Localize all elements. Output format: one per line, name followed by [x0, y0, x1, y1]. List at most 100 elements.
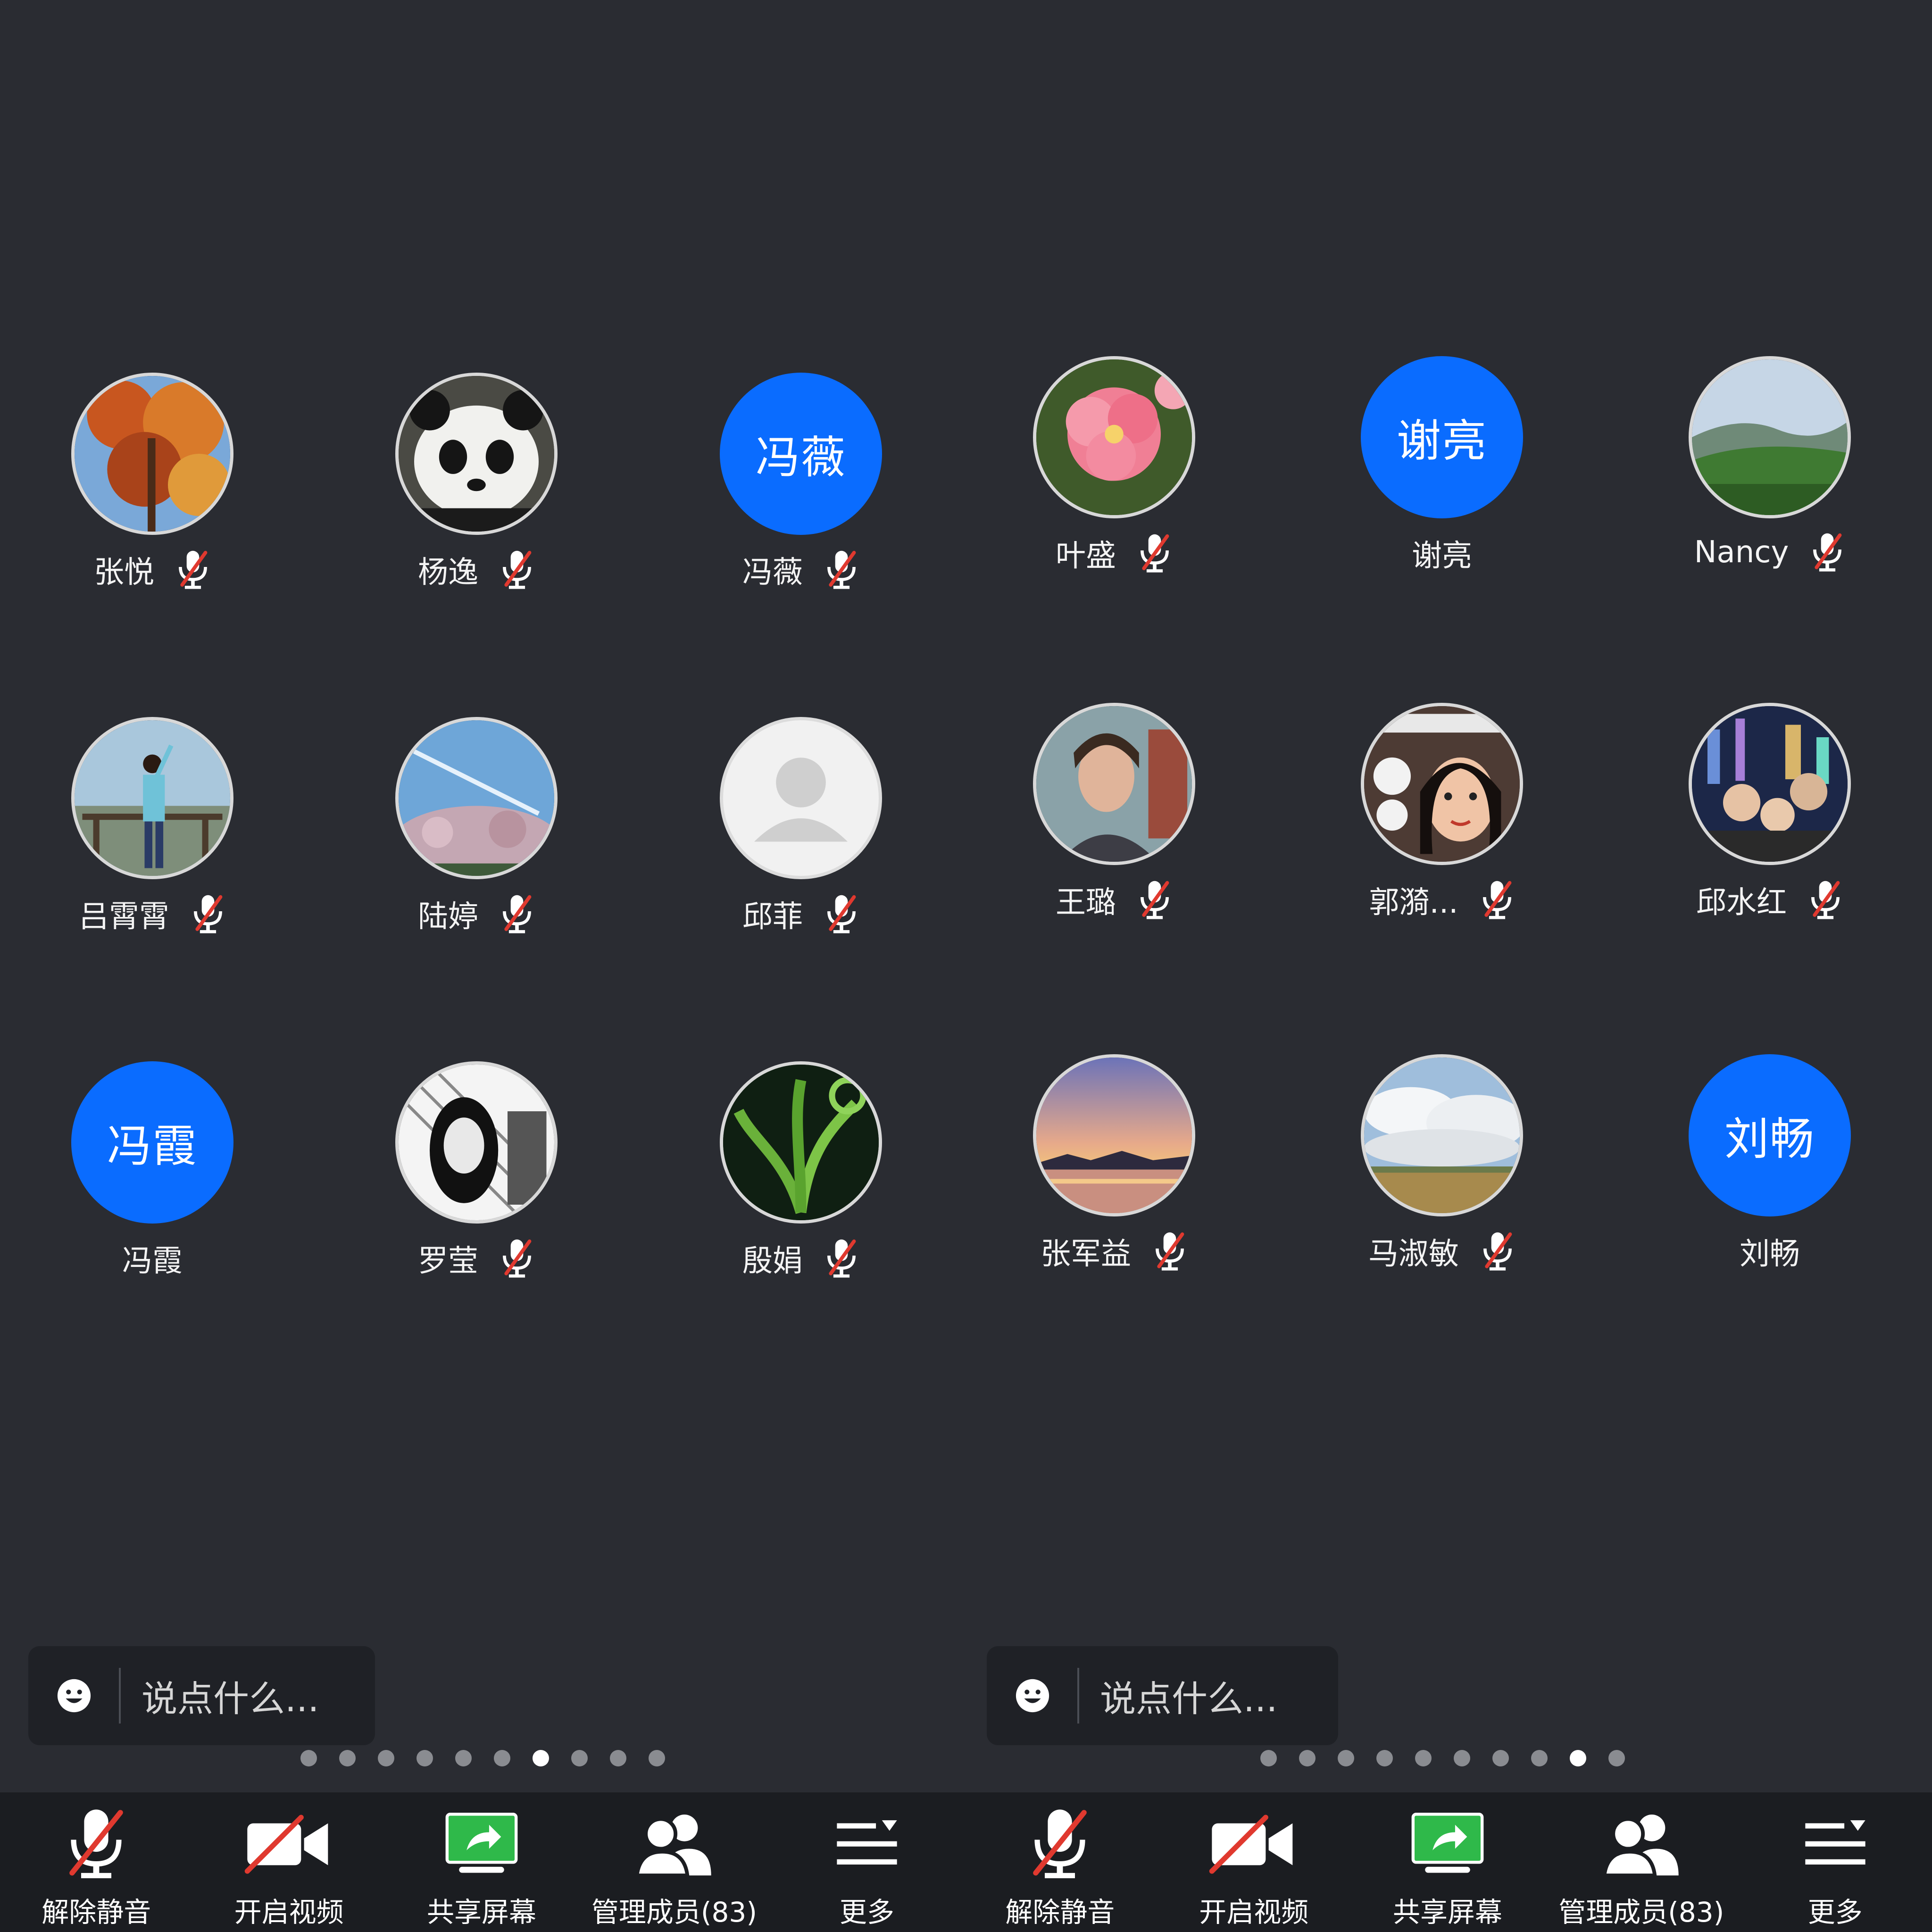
- name-row: 邱菲: [650, 892, 952, 936]
- participant-tile[interactable]: 杨逸: [325, 373, 627, 637]
- name-row: 冯薇: [650, 548, 952, 591]
- participant-name: 罗莹: [418, 1244, 478, 1279]
- toolbar-button-share-screen[interactable]: 共享屏幕: [1351, 1792, 1545, 1932]
- video-off-icon: [244, 1804, 334, 1884]
- participant-tile[interactable]: 冯薇 冯薇: [650, 373, 952, 637]
- avatar-photo[interactable]: [395, 1061, 558, 1224]
- avatar-photo[interactable]: [1033, 703, 1195, 865]
- participant-name: 张悦: [94, 555, 154, 590]
- page-dot-active[interactable]: [1570, 1750, 1586, 1766]
- participant-tile[interactable]: 罗莹: [325, 1061, 627, 1325]
- participant-tile[interactable]: 邱菲: [650, 717, 952, 981]
- toolbar-button-video-off[interactable]: 开启视频: [1157, 1792, 1351, 1932]
- page-dot[interactable]: [649, 1750, 665, 1766]
- chat-input[interactable]: 说点什么...: [28, 1646, 375, 1745]
- mic-muted-icon: [190, 893, 226, 935]
- toolbar-button-more-menu[interactable]: 更多: [771, 1792, 963, 1932]
- toolbar-button-members[interactable]: 管理成员(83): [1544, 1792, 1738, 1932]
- avatar-photo[interactable]: [395, 717, 558, 879]
- page-dot[interactable]: [1376, 1750, 1393, 1766]
- participant-tile[interactable]: 邱水红: [1619, 703, 1921, 967]
- name-row: 王璐: [963, 878, 1265, 922]
- participant-tile[interactable]: 陆婷: [325, 717, 627, 981]
- toolbar-button-more-menu[interactable]: 更多: [1738, 1792, 1932, 1932]
- toolbar-button-video-off[interactable]: 开启视频: [192, 1792, 385, 1932]
- page-dot[interactable]: [1260, 1750, 1277, 1766]
- page-dot[interactable]: [1454, 1750, 1470, 1766]
- participant-name: 冯霞: [122, 1244, 183, 1279]
- toolbar-button-members[interactable]: 管理成员(83): [578, 1792, 770, 1932]
- default-avatar-icon[interactable]: [720, 717, 882, 879]
- name-row: Nancy: [1619, 532, 1921, 573]
- avatar-photo[interactable]: [1689, 703, 1851, 865]
- toolbar-button-share-screen[interactable]: 共享屏幕: [385, 1792, 578, 1932]
- avatar-initials[interactable]: 谢亮: [1361, 356, 1523, 518]
- page-dot[interactable]: [1299, 1750, 1316, 1766]
- page-dot[interactable]: [610, 1750, 626, 1766]
- avatar-photo[interactable]: [71, 717, 233, 879]
- mic-muted-icon: [1137, 533, 1173, 574]
- participant-tile[interactable]: 吕霄霄: [1, 717, 303, 981]
- participant-tile[interactable]: 殷娟: [650, 1061, 952, 1325]
- avatar-initials[interactable]: 刘畅: [1689, 1054, 1851, 1216]
- chat-input[interactable]: 说点什么...: [987, 1646, 1338, 1745]
- participant-name: 杨逸: [418, 555, 478, 590]
- page-dot[interactable]: [1608, 1750, 1625, 1766]
- toolbar-button-microphone-muted[interactable]: 解除静音: [963, 1792, 1157, 1932]
- meeting-panel-left: 张悦 杨逸 冯薇 冯薇 吕霄霄 陆婷 邱菲 冯霞 冯霞 罗莹 殷娟 说点什么... 解除静音 开启视频 共享…: [0, 0, 963, 1932]
- avatar-photo[interactable]: [71, 373, 233, 535]
- participant-tile[interactable]: 王璐: [963, 703, 1265, 967]
- avatar-photo[interactable]: [1033, 1054, 1195, 1216]
- name-row: 刘畅: [1619, 1230, 1921, 1273]
- avatar-photo[interactable]: [720, 1061, 882, 1224]
- participant-tile[interactable]: 张悦: [1, 373, 303, 637]
- page-dot[interactable]: [494, 1750, 510, 1766]
- avatar-photo[interactable]: [1033, 356, 1195, 518]
- participant-tile[interactable]: 谢亮 谢亮: [1291, 356, 1593, 620]
- name-row: 郭漪...: [1291, 878, 1593, 922]
- page-dot[interactable]: [1492, 1750, 1509, 1766]
- participant-tile[interactable]: 马淑敏: [1291, 1054, 1593, 1318]
- chat-placeholder[interactable]: 说点什么...: [1100, 1670, 1277, 1722]
- page-dot-active[interactable]: [533, 1750, 549, 1766]
- page-dot[interactable]: [300, 1750, 317, 1766]
- bottom-toolbar: 解除静音 开启视频 共享屏幕 管理成员(83) 更多: [963, 1792, 1932, 1932]
- participant-tile[interactable]: 郭漪...: [1291, 703, 1593, 967]
- page-dot[interactable]: [455, 1750, 472, 1766]
- toolbar-label: 管理成员(83): [1558, 1896, 1724, 1928]
- page-dot[interactable]: [416, 1750, 433, 1766]
- participant-tile[interactable]: Nancy: [1619, 356, 1921, 620]
- page-dot[interactable]: [378, 1750, 394, 1766]
- participant-tile[interactable]: 刘畅 刘畅: [1619, 1054, 1921, 1318]
- page-dot[interactable]: [1531, 1750, 1548, 1766]
- toolbar-label: 更多: [1807, 1896, 1863, 1928]
- avatar-initials[interactable]: 冯霞: [71, 1061, 233, 1224]
- participant-tile[interactable]: 张军益: [963, 1054, 1265, 1318]
- page-dot[interactable]: [1338, 1750, 1354, 1766]
- toolbar-button-microphone-muted[interactable]: 解除静音: [0, 1792, 192, 1932]
- toolbar-label: 解除静音: [1005, 1896, 1115, 1928]
- avatar-photo[interactable]: [1361, 703, 1523, 865]
- more-menu-icon: [1802, 1804, 1868, 1884]
- toolbar-label: 共享屏幕: [1392, 1896, 1502, 1928]
- chat-placeholder[interactable]: 说点什么...: [142, 1670, 319, 1722]
- avatar-photo[interactable]: [395, 373, 558, 535]
- page-dot[interactable]: [1415, 1750, 1432, 1766]
- page-dot[interactable]: [571, 1750, 588, 1766]
- avatar-photo[interactable]: [1689, 356, 1851, 518]
- share-screen-icon: [444, 1804, 519, 1884]
- participant-tile[interactable]: 叶盛: [963, 356, 1265, 620]
- participant-name: 邱菲: [742, 899, 803, 934]
- page-indicator: [1260, 1750, 1625, 1766]
- page-dot[interactable]: [339, 1750, 356, 1766]
- name-row: 冯霞: [1, 1237, 303, 1280]
- smile-icon[interactable]: [1014, 1677, 1051, 1714]
- avatar-initials[interactable]: 冯薇: [720, 373, 882, 535]
- participant-name: 刘畅: [1740, 1237, 1800, 1272]
- toolbar-label: 管理成员(83): [591, 1896, 757, 1928]
- smile-icon[interactable]: [56, 1677, 92, 1714]
- mic-muted-icon: [824, 549, 859, 591]
- avatar-photo[interactable]: [1361, 1054, 1523, 1216]
- participant-tile[interactable]: 冯霞 冯霞: [1, 1061, 303, 1325]
- toolbar-label: 开启视频: [234, 1896, 344, 1928]
